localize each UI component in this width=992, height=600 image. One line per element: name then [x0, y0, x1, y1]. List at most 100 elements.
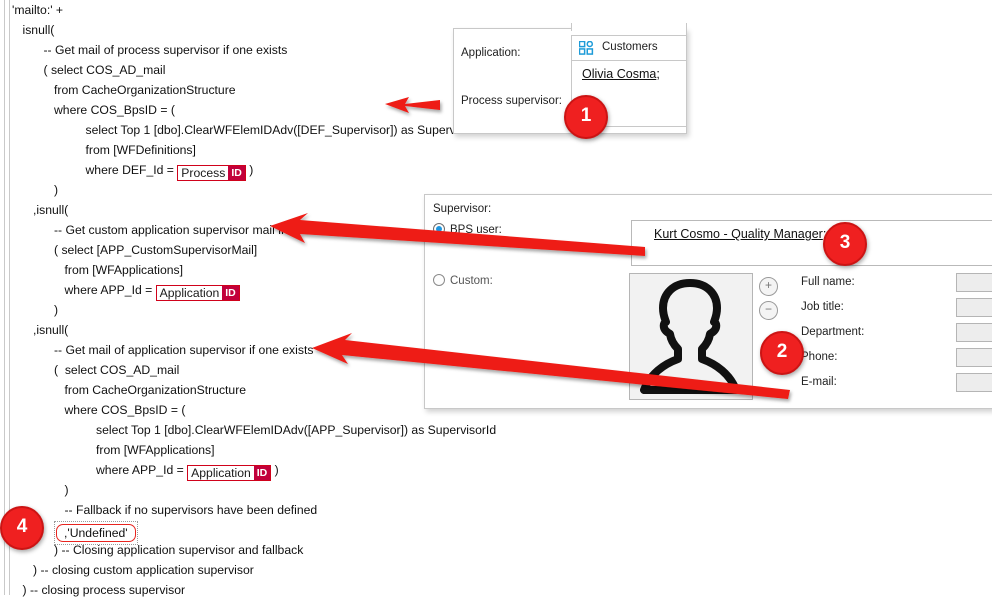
code-line: where APP_Id = Application ID: [12, 280, 467, 301]
field-input-job-title[interactable]: [956, 298, 992, 317]
code-text: from [WFApplications]: [96, 443, 215, 457]
code-text: from [WFApplications]: [64, 263, 184, 277]
code-line: ): [12, 300, 467, 320]
code-line: select Top 1 [dbo].ClearWFElemIDAdv([APP…: [12, 420, 496, 440]
code-line: ,'Undefined': [12, 520, 467, 545]
annotation-badge-2: 2: [760, 331, 804, 375]
supervisor-title: Supervisor:: [433, 203, 492, 215]
undefined-fallback-text: ,'Undefined': [56, 524, 136, 542]
code-text: -- Get custom application supervisor mai…: [54, 223, 343, 237]
code-text: where COS_BpsID = (: [54, 103, 175, 117]
editor-left-rail-outer: [4, 0, 5, 595]
add-supervisor-button[interactable]: +: [759, 277, 778, 296]
apps-grid-icon: [579, 41, 594, 55]
variable-chip-label: Application: [191, 466, 251, 480]
code-text: select Top 1 [dbo].ClearWFElemIDAdv([APP…: [96, 423, 497, 437]
code-line: ,isnull(: [12, 320, 467, 340]
code-text: ,isnull(: [33, 323, 69, 337]
annotation-badge-3: 3: [823, 222, 867, 266]
undefined-fallback-token[interactable]: ,'Undefined': [54, 521, 138, 545]
variable-chip[interactable]: Application ID: [187, 465, 272, 481]
code-line: from CacheOrganizationStructure: [12, 380, 467, 400]
code-text: where APP_Id =: [96, 463, 188, 477]
variable-chip-id: ID: [222, 286, 239, 300]
application-value-text: Customers: [602, 41, 658, 53]
variable-chip-id: ID: [228, 166, 245, 180]
radio-custom-label: Custom:: [450, 275, 493, 287]
radio-custom[interactable]: Custom:: [433, 274, 493, 287]
code-line: -- Get mail of application supervisor if…: [12, 340, 467, 360]
code-text: -- Get mail of process supervisor if one…: [43, 43, 288, 57]
code-line: where DEF_Id = Process ID ): [12, 160, 467, 181]
code-line: where COS_BpsID = (: [12, 400, 467, 420]
code-text: isnull(: [22, 23, 55, 37]
code-line: from [WFApplications]: [12, 440, 467, 460]
code-line: ) -- closing process supervisor: [12, 580, 467, 600]
code-line: ( select COS_AD_mail: [12, 360, 467, 380]
code-line: ): [12, 180, 467, 200]
panel-top-strip: [571, 23, 687, 31]
code-text: ( select COS_AD_mail: [43, 63, 166, 77]
code-line: from [WFApplications]: [12, 260, 467, 280]
code-line: from [WFDefinitions]: [12, 140, 467, 160]
code-line: -- Fallback if no supervisors have been …: [12, 500, 467, 520]
code-text: -- Fallback if no supervisors have been …: [64, 503, 318, 517]
code-text: where COS_BpsID = (: [64, 403, 186, 417]
code-text: ): [64, 483, 69, 497]
person-silhouette-icon: [640, 279, 740, 394]
code-text: select Top 1 [dbo].ClearWFElemIDAdv([DEF…: [85, 123, 486, 137]
radio-bps-user-label: BPS user:: [450, 224, 502, 236]
application-label: Application:: [461, 47, 521, 59]
field-input-email[interactable]: [956, 373, 992, 392]
supervisor-photo-box[interactable]: [629, 273, 753, 400]
field-input-department[interactable]: [956, 323, 992, 342]
variable-chip-label: Process: [181, 166, 226, 180]
code-text: ( select COS_AD_mail: [54, 363, 180, 377]
variable-chip[interactable]: Process ID: [177, 165, 246, 181]
variable-chip-label: Application: [159, 286, 220, 300]
code-line: select Top 1 [dbo].ClearWFElemIDAdv([DEF…: [12, 120, 486, 140]
variable-chip[interactable]: Application ID: [155, 285, 240, 301]
bps-user-value[interactable]: Kurt Cosmo - Quality Manager;: [631, 220, 992, 266]
sql-expression-editor[interactable]: 'mailto:' + isnull( -- Get mail of process…: [12, 0, 496, 597]
annotation-badge-4: 4: [0, 506, 44, 550]
bps-user-link[interactable]: Kurt Cosmo - Quality Manager: [654, 227, 823, 241]
code-line: where APP_Id = Application ID ): [12, 460, 467, 481]
field-label-email: E-mail:: [801, 376, 837, 388]
code-line: isnull(: [12, 20, 467, 40]
code-line: ,isnull(: [12, 200, 467, 220]
application-value-box[interactable]: Customers: [571, 35, 687, 61]
code-text: from [WFDefinitions]: [85, 143, 196, 157]
code-line: 'mailto:' +: [12, 0, 467, 20]
code-line: ( select COS_AD_mail: [12, 60, 467, 80]
code-text: ): [54, 183, 59, 197]
field-label-full-name: Full name:: [801, 276, 855, 288]
code-text: ) -- closing custom application supervis…: [33, 563, 254, 577]
code-text: ( select [APP_CustomSupervisorMail]: [54, 243, 258, 257]
radio-bps-user-indicator[interactable]: [433, 223, 445, 235]
field-input-phone[interactable]: [956, 348, 992, 367]
code-text: ): [54, 303, 59, 317]
process-supervisor-label: Process supervisor:: [461, 95, 562, 107]
code-line: ): [12, 480, 467, 500]
code-text: where APP_Id =: [64, 283, 156, 297]
field-label-department: Department:: [801, 326, 865, 338]
editor-left-rail-inner: [9, 0, 10, 595]
code-line: -- Get mail of process supervisor if one…: [12, 40, 467, 60]
code-line: where COS_BpsID = (: [12, 100, 467, 120]
remove-supervisor-button[interactable]: −: [759, 301, 778, 320]
code-line: from CacheOrganizationStructure: [12, 80, 467, 100]
radio-bps-user[interactable]: BPS user:: [433, 223, 502, 236]
code-text: where DEF_Id =: [85, 163, 178, 177]
radio-custom-indicator[interactable]: [433, 274, 445, 286]
code-line: ( select [APP_CustomSupervisorMail]: [12, 240, 467, 260]
code-text-after: ): [245, 163, 254, 177]
field-label-job-title: Job title:: [801, 301, 844, 313]
code-line: -- Get custom application supervisor mai…: [12, 220, 467, 240]
code-text: 'mailto:' +: [12, 3, 64, 17]
field-label-phone: Phone:: [801, 351, 838, 363]
code-text: -- Get mail of application supervisor if…: [54, 343, 314, 357]
process-supervisor-link[interactable]: Olivia Cosma: [582, 67, 656, 81]
field-input-full-name[interactable]: [956, 273, 992, 292]
code-text: ,isnull(: [33, 203, 69, 217]
